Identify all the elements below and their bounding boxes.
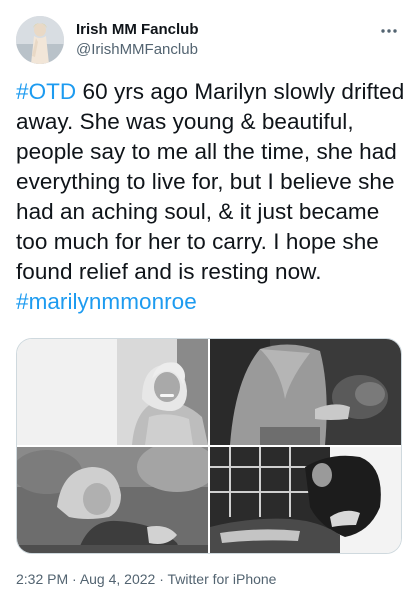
avatar[interactable]: [16, 16, 64, 64]
display-name[interactable]: Irish MM Fanclub: [76, 20, 199, 40]
user-handle[interactable]: @IrishMMFanclub: [76, 40, 199, 60]
author-names: Irish MM Fanclub @IrishMMFanclub: [76, 20, 199, 60]
tweet-header: Irish MM Fanclub @IrishMMFanclub: [16, 14, 402, 66]
media-photo-2[interactable]: [210, 339, 401, 445]
hashtag-otd[interactable]: #OTD: [16, 79, 76, 104]
tweet-date[interactable]: Aug 4, 2022: [80, 571, 156, 587]
profile-photo-icon: [16, 16, 64, 64]
more-horizontal-icon: [381, 29, 397, 33]
photo-image: [17, 339, 208, 445]
tweet-time[interactable]: 2:32 PM: [16, 571, 68, 587]
media-photo-3[interactable]: [17, 447, 208, 553]
media-photo-1[interactable]: [17, 339, 208, 445]
tweet-card: Irish MM Fanclub @IrishMMFanclub #OTD 60…: [0, 0, 418, 600]
media-photo-4[interactable]: [210, 447, 401, 553]
photo-image: [210, 447, 401, 553]
hashtag-marilynmmonroe[interactable]: #marilynmmonroe: [16, 289, 197, 314]
media-grid: [16, 338, 402, 554]
tweet-source[interactable]: Twitter for iPhone: [168, 571, 277, 587]
meta-separator: ·: [68, 571, 80, 587]
photo-image: [210, 339, 401, 445]
more-options-button[interactable]: [378, 20, 400, 42]
photo-image: [17, 447, 208, 553]
meta-separator: ·: [155, 571, 168, 587]
tweet-body: 60 yrs ago Marilyn slowly drifted away. …: [16, 79, 405, 284]
tweet-metadata: 2:32 PM · Aug 4, 2022 · Twitter for iPho…: [16, 570, 276, 588]
tweet-text: #OTD 60 yrs ago Marilyn slowly drifted a…: [16, 77, 406, 317]
